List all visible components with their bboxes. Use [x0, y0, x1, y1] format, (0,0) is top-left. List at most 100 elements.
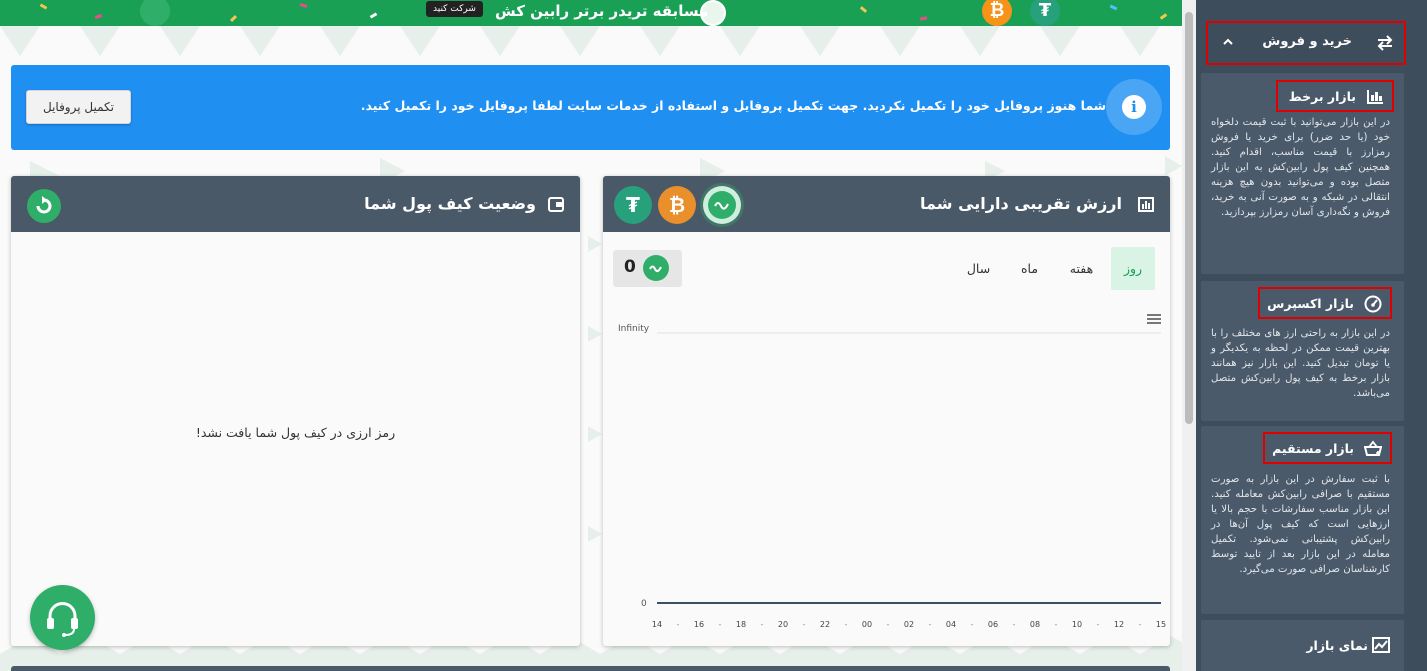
express-market-link[interactable]: بازار اکسپرس [1258, 287, 1392, 319]
x-tick-label: 10 [1072, 620, 1082, 629]
confetti-decoration [859, 6, 868, 13]
sidebar-item-limit-market: بازار برخط در این بازار می‌توانید با ثبت… [1201, 73, 1404, 274]
x-tick-label: 15 [1156, 620, 1166, 629]
wallet-icon [548, 197, 564, 212]
sidebar-item-express-market: بازار اکسپرس در این بازار به راحتی ارز ه… [1201, 281, 1404, 421]
confetti-decoration [299, 3, 308, 8]
alert-message: شما هنوز پروفایل خود را تکمیل نکردید. جه… [360, 98, 1106, 113]
x-tick-label: 22 [820, 620, 830, 629]
promo-title: مسابقه تریدر برتر رابین کش [495, 2, 709, 20]
limit-market-description: در این بازار می‌توانید با ثبت قیمت دلخوا… [1211, 117, 1390, 218]
support-chat-button[interactable] [30, 585, 95, 650]
x-tick-separator: - [761, 620, 764, 629]
sidebar-item-label: نمای بازار [1306, 638, 1368, 653]
limit-market-link[interactable]: بازار برخط [1276, 80, 1394, 112]
x-tick-label: 20 [778, 620, 788, 629]
bitcoin-icon: ₿ [668, 193, 686, 217]
toman-icon [643, 255, 669, 281]
sidebar-section-title: خرید و فروش [1262, 34, 1352, 49]
x-tick-separator: - [1055, 620, 1058, 629]
x-tick-separator: - [803, 620, 806, 629]
confetti-decoration [94, 13, 103, 20]
tab-year[interactable]: سال [957, 247, 1000, 290]
confetti-decoration [1109, 4, 1118, 11]
x-tick-separator: - [887, 620, 890, 629]
toman-coin-button[interactable] [703, 186, 741, 224]
direct-market-description: با ثبت سفارش در این بازار به صورت مستقیم… [1211, 474, 1390, 575]
coin-illustration [140, 0, 170, 26]
asset-chart: Infinity 0 14 - 16 - 18 - 20 - 22 - 00 - 02 - 04 - 06 - 08 -… [618, 324, 1166, 629]
bar-chart-icon [1367, 90, 1383, 104]
complete-profile-button[interactable]: تکمیل پروفایل [26, 90, 131, 124]
tether-coin-illustration: ₮ [1030, 0, 1060, 26]
swap-arrows-icon [1377, 35, 1393, 51]
x-tick-separator: - [677, 620, 680, 629]
scrollbar-thumb[interactable] [1185, 12, 1193, 424]
sidebar-section-header[interactable]: خرید و فروش [1206, 21, 1406, 65]
period-tabs: سال ماه هفته روز [957, 247, 1155, 290]
x-tick-separator: - [1139, 620, 1142, 629]
confetti-decoration [1159, 13, 1168, 20]
promo-banner[interactable]: ₿ ₮ مسابقه تریدر برتر رابین کش شرکت کنید [0, 0, 1182, 26]
x-tick-label: 12 [1114, 620, 1124, 629]
wallet-status-card: وضعیت کیف پول شما رمز ارزی در کیف پول شم… [11, 176, 580, 646]
confetti-decoration [369, 12, 378, 19]
wallet-card-title: وضعیت کیف پول شما [364, 194, 536, 213]
sidebar-item-label: بازار اکسپرس [1267, 296, 1354, 311]
refresh-icon [36, 196, 52, 214]
x-tick-label: 18 [736, 620, 746, 629]
toman-icon [708, 191, 736, 219]
tab-day[interactable]: روز [1111, 247, 1155, 290]
next-card-header [11, 666, 1170, 671]
profile-alert: تکمیل پروفایل شما هنوز پروفایل خود را تک… [11, 65, 1170, 150]
direct-market-link[interactable]: بازار مستقیم [1263, 432, 1392, 464]
asset-total-value: 0 [624, 257, 636, 277]
speedometer-icon [1364, 295, 1382, 313]
asset-total-pill: 0 [613, 250, 682, 287]
tab-week[interactable]: هفته [1058, 247, 1105, 290]
confetti-decoration [919, 16, 928, 21]
x-tick-label: 00 [862, 620, 872, 629]
basket-icon [1364, 440, 1382, 456]
x-tick-separator: - [1013, 620, 1016, 629]
sidebar: خرید و فروش بازار برخط در این بازار می‌ت… [1196, 0, 1427, 671]
sidebar-item-label: بازار مستقیم [1272, 441, 1354, 456]
sidebar-item-direct-market: بازار مستقیم با ثبت سفارش در این بازار ب… [1201, 426, 1404, 614]
wallet-empty-message: رمز ارزی در کیف پول شما یافت نشد! [195, 425, 396, 440]
x-tick-separator: - [971, 620, 974, 629]
tether-coin-button[interactable]: ₮ [614, 186, 652, 224]
alert-icon-container: i [1106, 79, 1162, 135]
x-tick-label: 16 [694, 620, 704, 629]
market-view-icon [1372, 637, 1390, 653]
refresh-button[interactable] [27, 189, 61, 223]
chevron-up-icon [1223, 38, 1233, 45]
x-tick-separator: - [929, 620, 932, 629]
x-tick-label: 02 [904, 620, 914, 629]
bitcoin-coin-illustration: ₿ [982, 0, 1012, 26]
sidebar-item-market-view[interactable]: نمای بازار [1201, 620, 1404, 671]
tether-icon: ₮ [626, 193, 640, 217]
x-tick-label: 04 [946, 620, 956, 629]
main-content: ₿ ₮ مسابقه تریدر برتر رابین کش شرکت کنید… [0, 0, 1182, 671]
chart-icon [1138, 197, 1154, 212]
express-market-description: در این بازار به راحتی ارز های مختلف را ب… [1211, 328, 1390, 399]
promo-join-button[interactable]: شرکت کنید [426, 1, 483, 17]
bitcoin-coin-button[interactable]: ₿ [658, 186, 696, 224]
info-icon: i [1122, 95, 1146, 119]
y-tick-label: 0 [641, 599, 647, 609]
card-header: ارزش تقریبی دارایی شما ₿ ₮ [603, 176, 1170, 232]
confetti-decoration [39, 3, 48, 10]
x-tick-separator: - [719, 620, 722, 629]
tab-month[interactable]: ماه [1007, 247, 1052, 290]
x-tick-label: 14 [652, 620, 662, 629]
confetti-decoration [229, 14, 238, 23]
x-tick-separator: - [845, 620, 848, 629]
asset-value-card: ارزش تقریبی دارایی شما ₿ ₮ سال ماه هفته … [603, 176, 1170, 646]
headset-icon [47, 602, 78, 637]
y-tick-label: Infinity [618, 324, 650, 334]
page-scrollbar[interactable] [1182, 0, 1196, 671]
sidebar-item-label: بازار برخط [1288, 89, 1356, 104]
asset-card-title: ارزش تقریبی دارایی شما [920, 194, 1122, 213]
x-tick-label: 08 [1030, 620, 1040, 629]
x-tick-label: 06 [988, 620, 998, 629]
